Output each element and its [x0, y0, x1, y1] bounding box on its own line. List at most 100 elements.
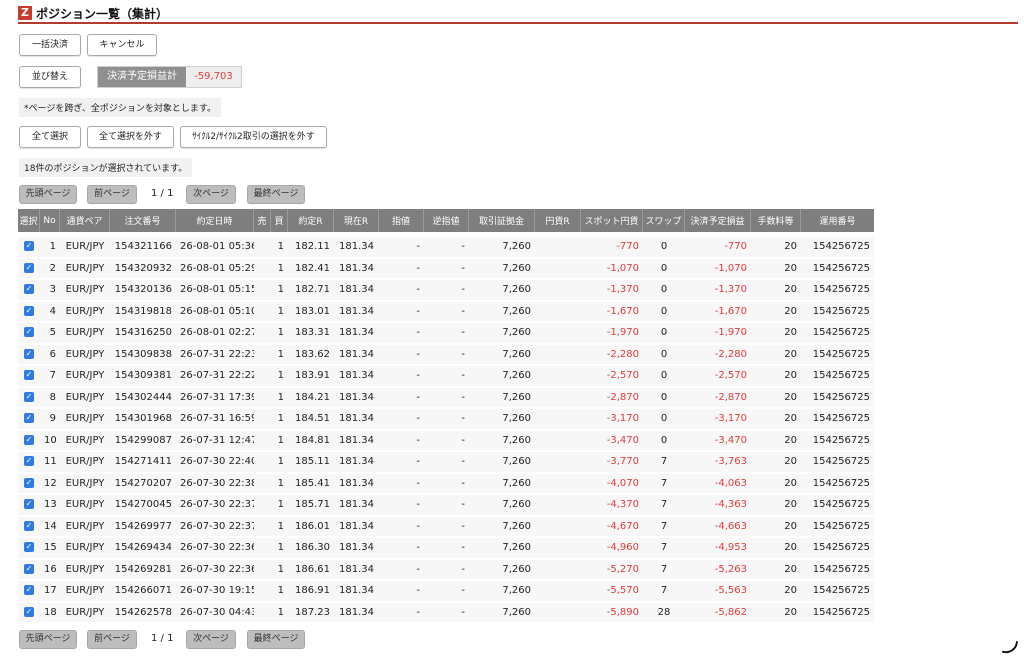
checkbox-checked-icon[interactable]: ✓ [24, 563, 34, 574]
select-cell[interactable]: ✓ [18, 301, 40, 323]
table-row[interactable]: ✓ 1 EUR/JPY 154321166 26-08-01 05:36 1 182.11 1… [18, 237, 874, 259]
checkbox-checked-icon[interactable]: ✓ [24, 520, 34, 531]
cell-order: 154270045 [110, 495, 176, 517]
cell-margin: 7,260 [469, 258, 535, 280]
cell-margin: 7,260 [469, 301, 535, 323]
table-row[interactable]: ✓ 5 EUR/JPY 154316250 26-08-01 02:27 1 183.31 1… [18, 323, 874, 345]
select-cell[interactable]: ✓ [18, 538, 40, 560]
cell-swap: 0 [643, 237, 685, 259]
checkbox-checked-icon[interactable]: ✓ [24, 348, 34, 359]
checkbox-checked-icon[interactable]: ✓ [24, 241, 34, 252]
cell-fee: 20 [751, 301, 801, 323]
checkbox-checked-icon[interactable]: ✓ [24, 391, 34, 402]
first-page-button-bottom[interactable]: 先頭ページ [19, 630, 77, 649]
table-row[interactable]: ✓ 13 EUR/JPY 154270045 26-07-30 22:37 1 185.71… [18, 495, 874, 517]
table-row[interactable]: ✓ 9 EUR/JPY 154301968 26-07-31 16:59 1 184.51 1… [18, 409, 874, 431]
cell-buy: 1 [271, 581, 288, 603]
column-header: 買 [271, 209, 288, 232]
select-cell[interactable]: ✓ [18, 258, 40, 280]
cell-margin: 7,260 [469, 387, 535, 409]
cell-spot: -2,280 [581, 344, 643, 366]
next-page-button[interactable]: 次ページ [186, 185, 236, 204]
cell-stop: - [424, 452, 469, 474]
cell-pair: EUR/JPY [60, 495, 110, 517]
last-page-button[interactable]: 最終ページ [247, 185, 305, 204]
checkbox-checked-icon[interactable]: ✓ [24, 499, 34, 510]
cell-pl: -1,370 [685, 280, 751, 302]
cell-swap: 0 [643, 301, 685, 323]
deselect-all-button[interactable]: 全て選択を外す [87, 126, 174, 148]
cell-margin: 7,260 [469, 409, 535, 431]
next-page-button-bottom[interactable]: 次ページ [186, 630, 236, 649]
last-page-button-bottom[interactable]: 最終ページ [247, 630, 305, 649]
table-row[interactable]: ✓ 7 EUR/JPY 154309381 26-07-31 22:22 1 183.91 1… [18, 366, 874, 388]
cell-sell [254, 366, 271, 388]
table-row[interactable]: ✓ 4 EUR/JPY 154319818 26-08-01 05:10 1 183.01 1… [18, 301, 874, 323]
table-row[interactable]: ✓ 17 EUR/JPY 154266071 26-07-30 19:15 1 186.91… [18, 581, 874, 603]
cell-op: 154256725 [801, 387, 874, 409]
table-row[interactable]: ✓ 3 EUR/JPY 154320136 26-08-01 05:15 1 182.71 1… [18, 280, 874, 302]
select-cell[interactable]: ✓ [18, 323, 40, 345]
checkbox-checked-icon[interactable]: ✓ [24, 434, 34, 445]
table-row[interactable]: ✓ 11 EUR/JPY 154271411 26-07-30 22:40 1 185.11… [18, 452, 874, 474]
table-row[interactable]: ✓ 12 EUR/JPY 154270207 26-07-30 22:38 1 185.41… [18, 473, 874, 495]
deselect-cycle-button[interactable]: ｻｲｸﾙ2/ｻｲｸﾙ2取引の選択を外す [180, 126, 327, 148]
select-cell[interactable]: ✓ [18, 452, 40, 474]
table-row[interactable]: ✓ 15 EUR/JPY 154269434 26-07-30 22:36 1 186.30… [18, 538, 874, 560]
select-cell[interactable]: ✓ [18, 409, 40, 431]
checkbox-checked-icon[interactable]: ✓ [24, 262, 34, 273]
checkbox-checked-icon[interactable]: ✓ [24, 284, 34, 295]
table-row[interactable]: ✓ 14 EUR/JPY 154269977 26-07-30 22:37 1 186.01… [18, 516, 874, 538]
checkbox-checked-icon[interactable]: ✓ [24, 606, 34, 617]
cell-rate: 182.41 [288, 258, 334, 280]
bulk-settle-button[interactable]: 一括決済 [19, 34, 81, 56]
cell-order: 154316250 [110, 323, 176, 345]
table-row[interactable]: ✓ 10 EUR/JPY 154299087 26-07-31 12:47 1 184.81… [18, 430, 874, 452]
select-cell[interactable]: ✓ [18, 495, 40, 517]
cell-op: 154256725 [801, 366, 874, 388]
select-cell[interactable]: ✓ [18, 280, 40, 302]
cell-date: 26-07-30 04:43 [176, 602, 254, 624]
checkbox-checked-icon[interactable]: ✓ [24, 413, 34, 424]
cell-no: 4 [40, 301, 60, 323]
select-cell[interactable]: ✓ [18, 516, 40, 538]
prev-page-button-bottom[interactable]: 前ページ [87, 630, 137, 649]
checkbox-checked-icon[interactable]: ✓ [24, 477, 34, 488]
select-cell[interactable]: ✓ [18, 366, 40, 388]
select-cell[interactable]: ✓ [18, 237, 40, 259]
select-cell[interactable]: ✓ [18, 387, 40, 409]
select-cell[interactable]: ✓ [18, 581, 40, 603]
cell-buy: 1 [271, 516, 288, 538]
cell-cur: 181.34 [334, 495, 379, 517]
cell-stop: - [424, 409, 469, 431]
cell-no: 11 [40, 452, 60, 474]
table-row[interactable]: ✓ 2 EUR/JPY 154320932 26-08-01 05:29 1 182.41 1… [18, 258, 874, 280]
cell-buy: 1 [271, 237, 288, 259]
cell-date: 26-07-31 17:39 [176, 387, 254, 409]
checkbox-checked-icon[interactable]: ✓ [24, 456, 34, 467]
checkbox-checked-icon[interactable]: ✓ [24, 305, 34, 316]
select-cell[interactable]: ✓ [18, 473, 40, 495]
prev-page-button[interactable]: 前ページ [87, 185, 137, 204]
sort-button[interactable]: 並び替え [19, 66, 81, 88]
select-cell[interactable]: ✓ [18, 344, 40, 366]
checkbox-checked-icon[interactable]: ✓ [24, 327, 34, 338]
first-page-button[interactable]: 先頭ページ [19, 185, 77, 204]
table-row[interactable]: ✓ 6 EUR/JPY 154309838 26-07-31 22:23 1 183.62 1… [18, 344, 874, 366]
select-cell[interactable]: ✓ [18, 430, 40, 452]
cell-swap: 7 [643, 581, 685, 603]
cell-order: 154266071 [110, 581, 176, 603]
table-row[interactable]: ✓ 18 EUR/JPY 154262578 26-07-30 04:43 1 187.23… [18, 602, 874, 624]
select-cell[interactable]: ✓ [18, 559, 40, 581]
checkbox-checked-icon[interactable]: ✓ [24, 370, 34, 381]
cell-order: 154320136 [110, 280, 176, 302]
select-all-button[interactable]: 全て選択 [19, 126, 81, 148]
cell-stop: - [424, 473, 469, 495]
table-row[interactable]: ✓ 16 EUR/JPY 154269281 26-07-30 22:36 1 186.61… [18, 559, 874, 581]
cell-fee: 20 [751, 258, 801, 280]
checkbox-checked-icon[interactable]: ✓ [24, 542, 34, 553]
table-row[interactable]: ✓ 8 EUR/JPY 154302444 26-07-31 17:39 1 184.21 1… [18, 387, 874, 409]
select-cell[interactable]: ✓ [18, 602, 40, 624]
cancel-button[interactable]: キャンセル [87, 34, 157, 56]
checkbox-checked-icon[interactable]: ✓ [24, 585, 34, 596]
